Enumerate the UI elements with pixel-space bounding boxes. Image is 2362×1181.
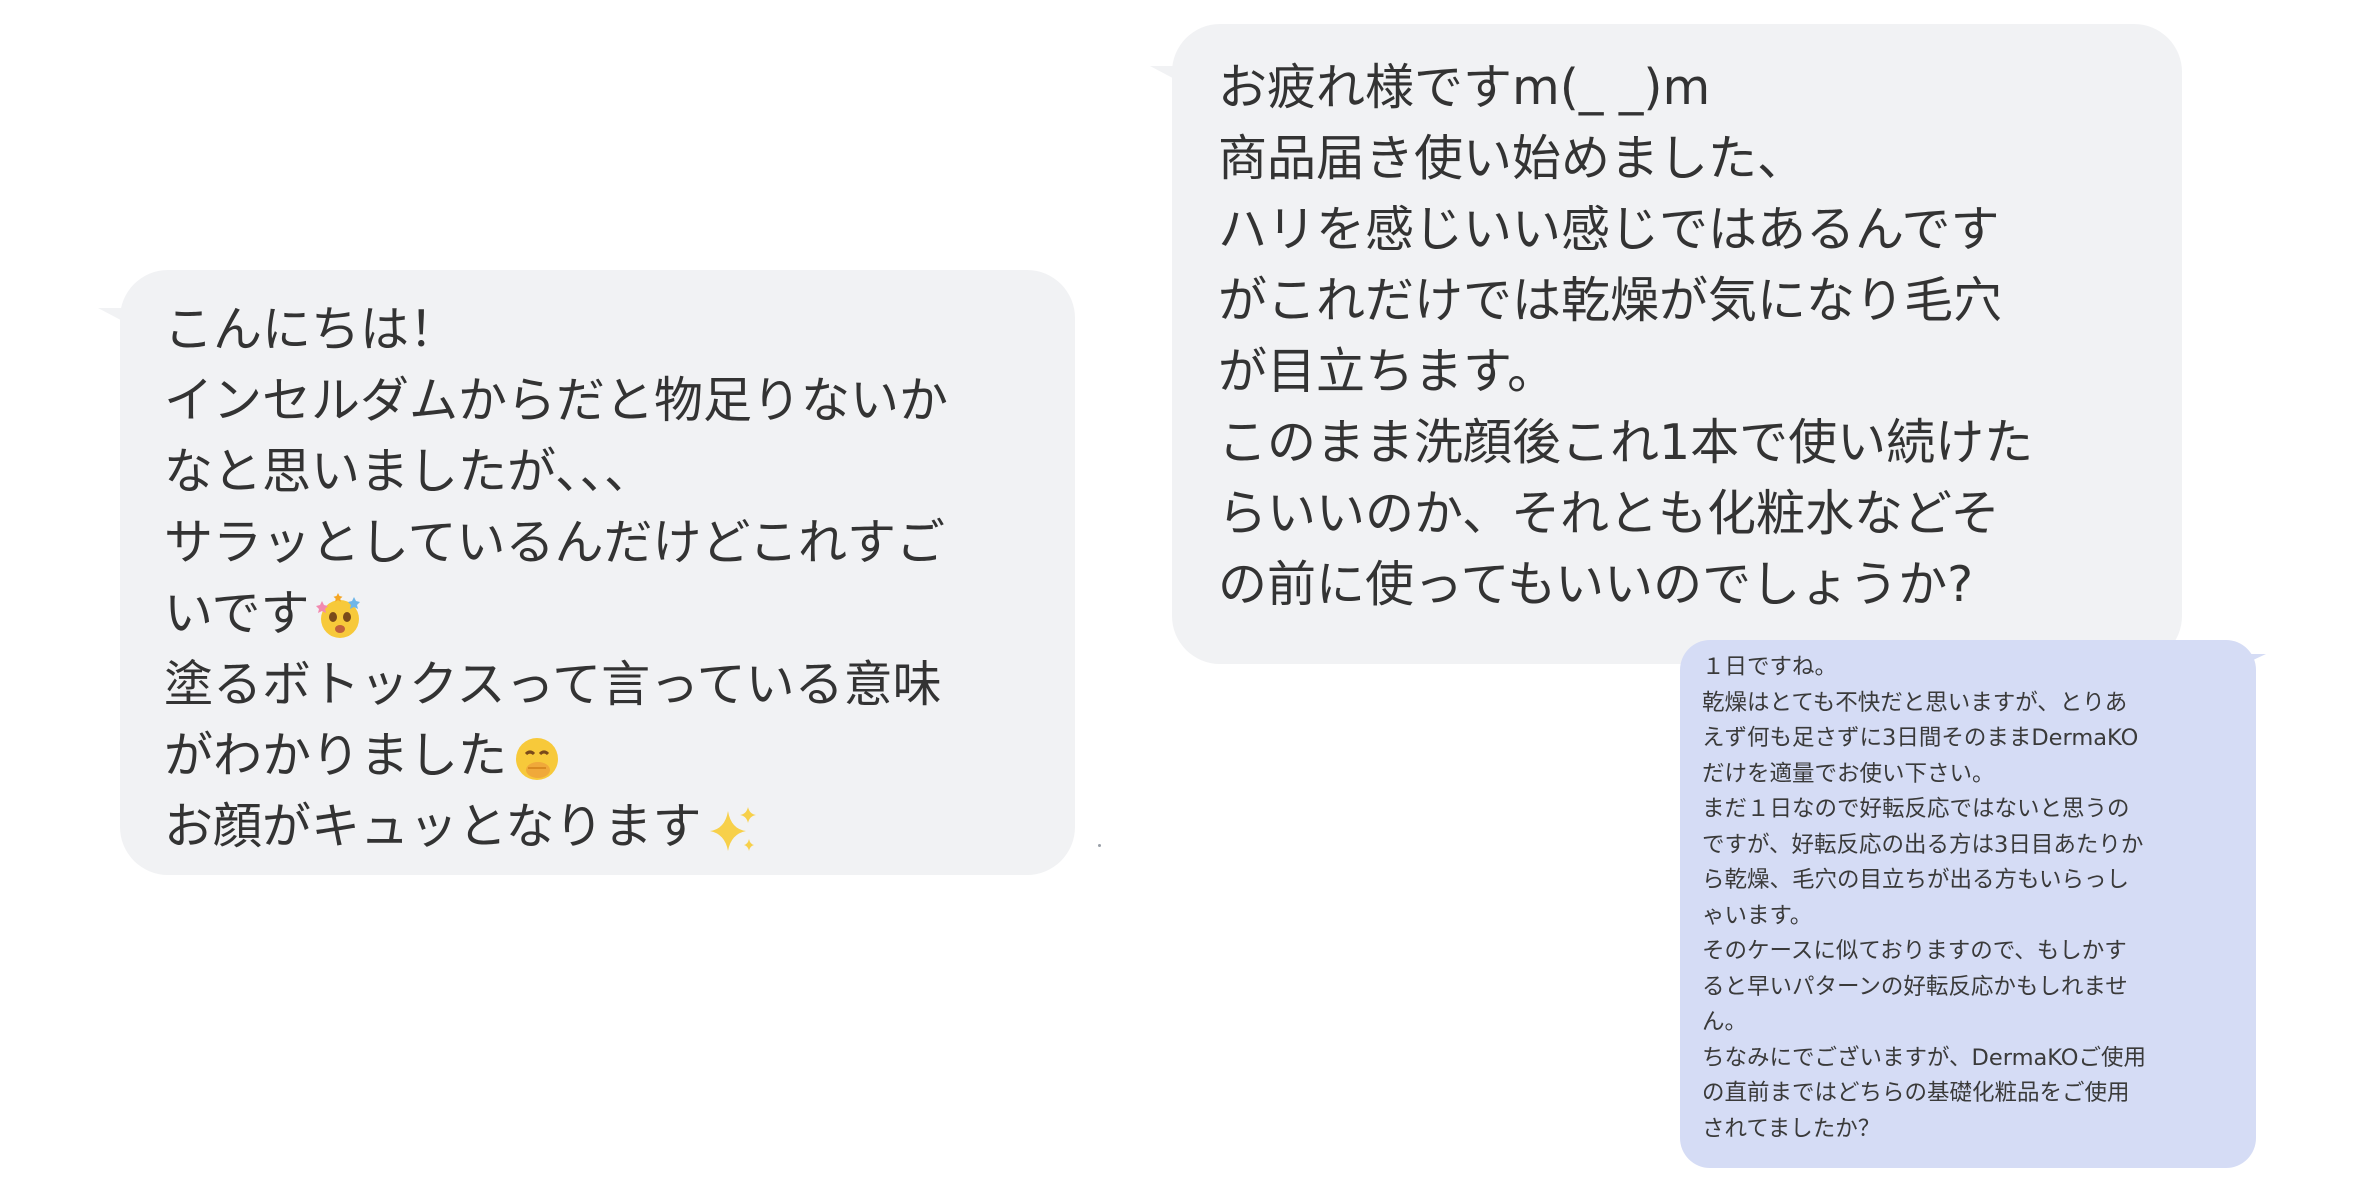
message-line: の前に使ってもいいのでしょうか? <box>1218 556 1974 613</box>
message-line-with-emoji: がわかりました <box>164 720 1031 791</box>
message-line: ゃいます。 <box>1702 902 1813 929</box>
message-line: ら乾燥、毛穴の目立ちが出る方もいらっし <box>1702 867 2130 893</box>
message-line: ると早いパターンの好転反応かもしれませ <box>1702 973 2128 1000</box>
message-line: らいいのか、それとも化粧水などそ <box>1218 485 2000 542</box>
sparkles-icon <box>709 806 756 851</box>
message-line: の直前まではどちらの基礎化粧品をご使用 <box>1702 1080 2130 1106</box>
message-line: だけを適量でお使い下さい。 <box>1702 760 1995 787</box>
message-bubble-left[interactable]: こんにちは！ インセルダムからだと物足りないか なと思いましたが、、、 サラッと… <box>120 270 1075 875</box>
message-line: まだ１日なので好転反応ではないと思うの <box>1702 796 2130 822</box>
message-line: ん。 <box>1702 1009 1748 1035</box>
message-line: が目立ちます。 <box>1218 343 1557 400</box>
message-line-with-emoji: いです <box>164 578 1031 649</box>
message-line: ですが、好転反応の出る方は3日目あたりか <box>1702 831 2144 858</box>
message-line: されてましたか？ <box>1702 1115 1881 1142</box>
message-line: 塗るボトックスって言っている意味 <box>164 656 942 713</box>
message-line: インセルダムからだと物足りないか <box>164 372 949 429</box>
message-line: １日ですね。 <box>1702 654 1838 680</box>
message-line: えず何も足さずに3日間そのままDermaKO <box>1702 725 2139 751</box>
message-line: こんにちは！ <box>164 301 459 358</box>
message-line: そのケースに似ておりますので、もしかす <box>1702 938 2127 964</box>
message-text: がわかりました <box>164 727 508 784</box>
stray-dot <box>1098 844 1101 847</box>
star-struck-face-icon <box>315 592 360 638</box>
hand-over-mouth-face-icon <box>516 737 559 780</box>
message-bubble-right-top[interactable]: お疲れ様ですm(_ _)m 商品届き使い始めました、 ハリを感じいい感じではある… <box>1172 24 2182 664</box>
message-bubble-reply[interactable]: １日ですね。 乾燥はとても不快だと思いますが、とりあ えず何も足さずに3日間その… <box>1680 640 2256 1168</box>
message-line: お疲れ様ですm(_ _)m <box>1218 59 1711 116</box>
message-line: サラッとしているんだけどこれすご <box>164 514 946 571</box>
message-line: がこれだけでは乾燥が気になり毛穴 <box>1218 272 2003 329</box>
message-line: ちなみにでございますが、DermaKOご使用 <box>1702 1044 2147 1071</box>
message-line: なと思いましたが、、、 <box>164 443 654 500</box>
message-line: 商品届き使い始めました、 <box>1218 130 1807 187</box>
message-text: お顔がキュッとなります <box>164 798 702 855</box>
message-line: このまま洗顔後これ1本で使い続けた <box>1218 414 2034 471</box>
message-line-with-emoji: お顔がキュッとなります <box>164 791 1031 862</box>
message-text: いです <box>164 585 310 642</box>
message-line: 乾燥はとても不快だと思いますが、とりあ <box>1702 689 2128 716</box>
message-line: ハリを感じいい感じではあるんです <box>1218 201 2000 258</box>
